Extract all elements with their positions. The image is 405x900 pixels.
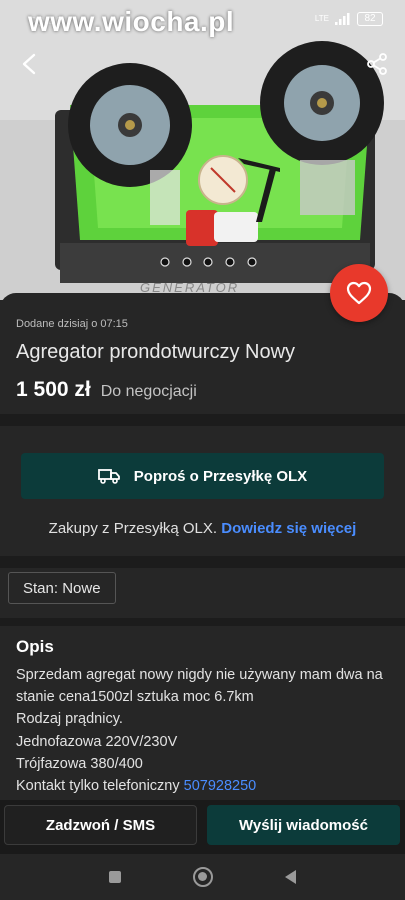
send-message-button[interactable]: Wyślij wiadomość	[207, 805, 400, 845]
nav-back-icon[interactable]	[285, 870, 296, 884]
watermark: www.wiocha.pl	[28, 6, 235, 37]
contact-prefix: Kontakt tylko telefoniczny	[16, 778, 180, 795]
shipping-info: Zakupy z Przesyłką OLX. Dowiedz się więc…	[0, 520, 405, 537]
request-shipping-label: Poproś o Przesyłkę OLX	[133, 467, 308, 485]
condition-chip: Stan: Nowe	[8, 572, 116, 604]
negotiable-label: Do negocjacji	[100, 383, 197, 400]
price: 1 500 zł	[16, 378, 91, 401]
home-icon[interactable]	[193, 867, 213, 887]
share-icon	[367, 53, 387, 75]
price-row: 1 500 zł Do negocjacji	[16, 378, 197, 402]
generator-photo: GENERATOR	[0, 0, 405, 300]
recent-apps-icon[interactable]	[109, 871, 121, 883]
section-divider	[0, 414, 405, 426]
status-bar: 23:40 www.wiocha.pl LTE 82	[0, 0, 405, 38]
delivery-truck-icon	[97, 469, 120, 484]
back-arrow-icon	[22, 53, 36, 75]
description-line: Rodzaj prądnicy.	[16, 711, 123, 728]
signal-icon	[335, 13, 350, 25]
section-divider	[0, 618, 405, 626]
listing-photo[interactable]: GENERATOR	[0, 0, 405, 300]
system-nav-bar	[0, 854, 405, 900]
description-line: Sprzedam agregat nowy nigdy nie używany …	[16, 667, 383, 706]
section-divider	[0, 556, 405, 568]
listing-title: Agregator prondotwurczy Nowy	[16, 341, 296, 363]
contact-line: Kontakt tylko telefoniczny 507928250	[16, 775, 391, 797]
status-icons: LTE 82	[315, 12, 383, 26]
posted-date: Dodane dzisiaj o 07:15	[16, 318, 128, 330]
request-shipping-button[interactable]: Poproś o Przesyłkę OLX	[21, 453, 384, 499]
network-type: LTE	[314, 14, 329, 23]
share-button[interactable]	[357, 44, 397, 84]
phone-number-link[interactable]: 507928250	[184, 778, 257, 794]
description-body: Sprzedam agregat nowy nigdy nie używany …	[16, 664, 391, 797]
call-sms-button[interactable]: Zadzwoń / SMS	[4, 805, 197, 845]
battery-indicator: 82	[357, 12, 383, 26]
description-heading: Opis	[16, 637, 54, 656]
heart-icon	[346, 281, 372, 305]
back-button[interactable]	[10, 44, 50, 84]
description-line: Trójfazowa 380/400	[16, 755, 143, 772]
shipping-info-text: Zakupy z Przesyłką OLX.	[48, 520, 218, 537]
learn-more-link[interactable]: Dowiedz się więcej	[221, 520, 356, 537]
description-line: Jednofazowa 220V/230V	[16, 733, 178, 750]
favorite-button[interactable]	[330, 264, 388, 322]
